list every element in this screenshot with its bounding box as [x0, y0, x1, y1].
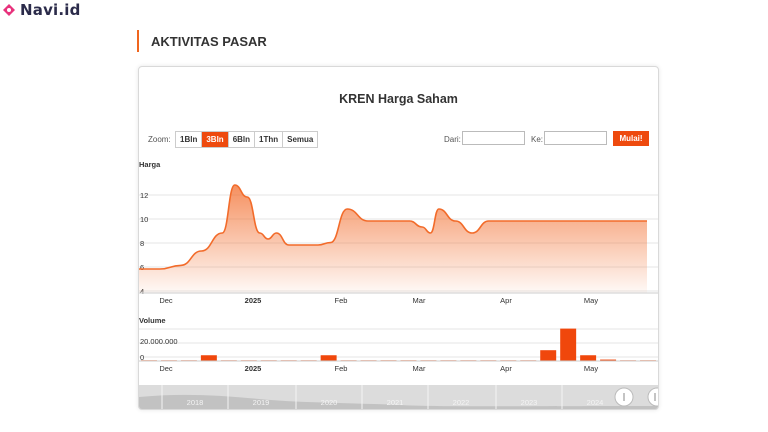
volume-bar: [540, 350, 557, 361]
volume-xtick-label: May: [584, 364, 598, 373]
volume-xtick-label: 2025: [245, 364, 262, 373]
to-date-input[interactable]: [544, 131, 607, 145]
price-xtick-label: 2025: [245, 296, 262, 305]
price-xtick-label: May: [584, 296, 598, 305]
volume-xtick-label: Feb: [335, 364, 348, 373]
volume-bar: [320, 355, 337, 361]
navi-logo[interactable]: Navi.id: [2, 0, 81, 20]
price-ytick-label: 10: [140, 215, 148, 224]
from-label: Dari:: [444, 135, 461, 144]
zoom-6bln-button[interactable]: 6Bln: [229, 132, 256, 147]
navigator-year-label: 2019: [253, 398, 270, 407]
volume-bar: [580, 355, 597, 361]
chart-canvas: Harga4681012Dec2025FebMarAprMayVolume20.…: [139, 160, 658, 409]
brand-name: Navi.id: [20, 1, 81, 19]
go-button[interactable]: Mulai!: [613, 131, 649, 146]
volume-xtick-label: Dec: [159, 364, 173, 373]
price-xtick-label: Apr: [500, 296, 512, 305]
volume-xtick-label: Mar: [413, 364, 426, 373]
zoom-buttons: 1Bln 3Bln 6Bln 1Thn Semua: [175, 131, 319, 148]
navigator-year-label: 2022: [453, 398, 470, 407]
zoom-1thn-button[interactable]: 1Thn: [255, 132, 284, 147]
price-axis-label: Harga: [139, 160, 161, 169]
section-title: AKTIVITAS PASAR: [137, 30, 267, 52]
to-label: Ke:: [531, 135, 544, 144]
navi-logo-icon: [3, 4, 15, 16]
navigator-year-label: 2024: [587, 398, 604, 407]
volume-bar: [560, 328, 577, 361]
price-ytick-label: 12: [140, 191, 148, 200]
zoom-semua-button[interactable]: Semua: [283, 132, 317, 147]
volume-bar: [200, 355, 217, 361]
navigator-year-label: 2023: [521, 398, 538, 407]
zoom-label: Zoom:: [148, 135, 171, 144]
volume-axis-label: Volume: [139, 316, 166, 325]
price-ytick-label: 8: [140, 239, 144, 248]
volume-xtick-label: Apr: [500, 364, 512, 373]
zoom-3bln-button[interactable]: 3Bln: [202, 132, 229, 147]
navigator-year-label: 2020: [321, 398, 338, 407]
price-xtick-label: Feb: [335, 296, 348, 305]
volume-ytick-label: 20.000.000: [140, 337, 178, 346]
price-area: [139, 185, 647, 293]
zoom-1bln-button[interactable]: 1Bln: [176, 132, 203, 147]
price-chart-card: Harga4681012Dec2025FebMarAprMayVolume20.…: [138, 66, 659, 410]
price-xtick-label: Mar: [413, 296, 426, 305]
from-date-input[interactable]: [462, 131, 525, 145]
navigator-year-label: 2018: [187, 398, 204, 407]
chart-title: KREN Harga Saham: [339, 92, 458, 106]
navigator-year-label: 2021: [387, 398, 404, 407]
price-xtick-label: Dec: [159, 296, 173, 305]
